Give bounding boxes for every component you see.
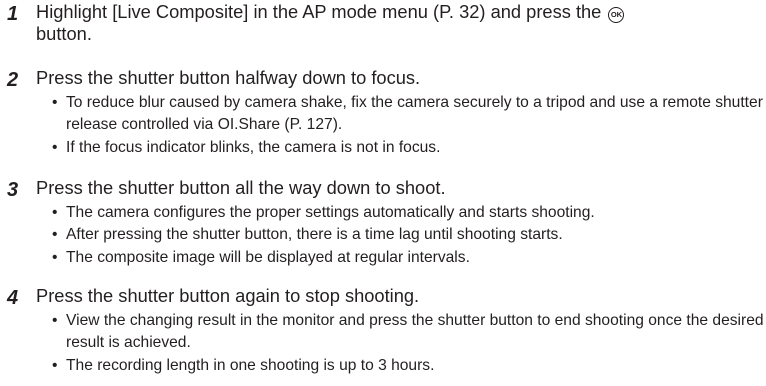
note-text: If the focus indicator blinks, the camer… [66, 138, 441, 156]
step-text: Press the shutter button again to stop s… [36, 285, 420, 306]
list-item: • The camera configures the proper setti… [52, 202, 766, 224]
note-text: To reduce blur caused by camera shake, f… [66, 94, 763, 134]
step-4-notes: • View the changing result in the monito… [52, 310, 766, 377]
step-number: 3 [7, 179, 19, 201]
step-text: Highlight [Live Composite] in the AP mod… [36, 1, 736, 45]
note-text: The composite image will be displayed at… [66, 248, 470, 266]
step-text-continued: button. [36, 23, 92, 44]
ok-button-icon: OK [608, 7, 625, 23]
bullet-point: • [52, 94, 58, 111]
note-text: The recording length in one shooting is … [66, 356, 435, 374]
step-2-notes: • To reduce blur caused by camera shake,… [52, 92, 766, 159]
bullet-point: • [52, 226, 58, 244]
list-item: • The recording length in one shooting i… [52, 355, 766, 377]
list-item: • The composite image will be displayed … [52, 247, 766, 269]
step-text: Press the shutter button halfway down to… [36, 67, 421, 88]
step-number: 1 [7, 3, 19, 25]
step-text-main: Highlight [Live Composite] in the AP mod… [36, 1, 602, 22]
step-number: 2 [7, 69, 19, 91]
step-3-notes: • The camera configures the proper setti… [52, 202, 766, 269]
note-text: After pressing the shutter button, there… [66, 226, 563, 244]
note-text: View the changing result in the monitor … [66, 312, 764, 352]
bullet-point: • [52, 312, 58, 329]
step-number: 4 [7, 287, 19, 309]
bullet-point: • [52, 138, 58, 156]
list-item: • After pressing the shutter button, the… [52, 224, 766, 246]
bullet-point: • [52, 356, 58, 374]
bullet-point: • [52, 204, 58, 221]
bullet-point: • [52, 248, 58, 266]
list-item: • If the focus indicator blinks, the cam… [52, 137, 766, 159]
note-text: The camera configures the proper setting… [66, 204, 595, 221]
list-item: • View the changing result in the monito… [52, 310, 766, 355]
list-item: • To reduce blur caused by camera shake,… [52, 92, 766, 137]
step-text: Press the shutter button all the way dow… [36, 177, 446, 198]
